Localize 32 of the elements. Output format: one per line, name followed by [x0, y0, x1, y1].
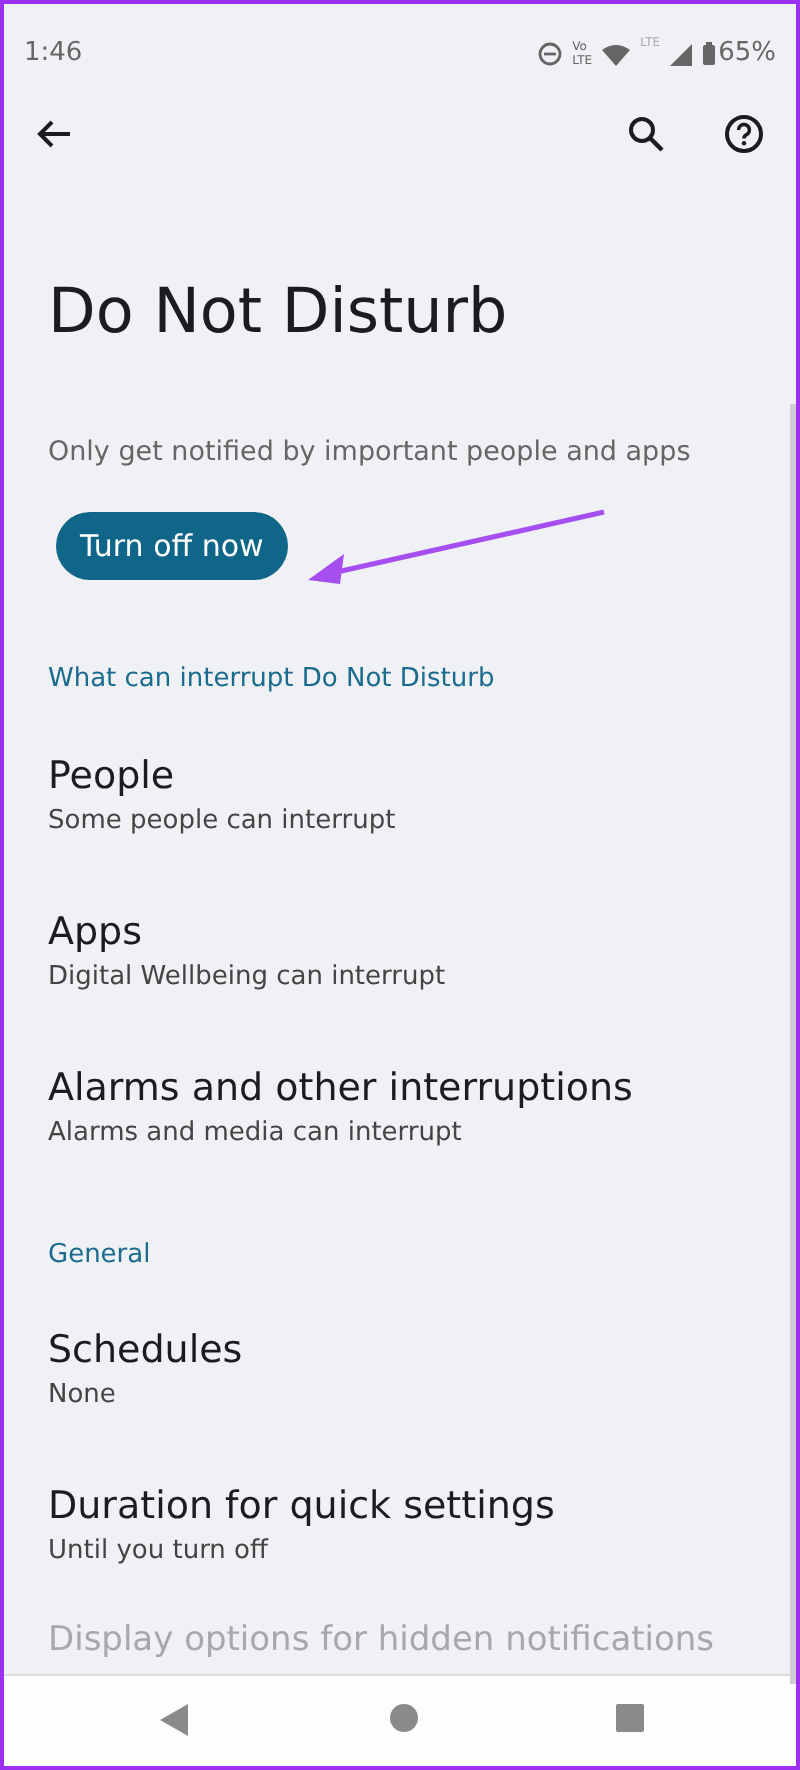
page-description: Only get notified by important people and apps — [46, 434, 693, 472]
turn-off-button[interactable]: Turn off now — [56, 512, 288, 581]
settings-item[interactable]: Alarms and other interruptions Alarms and media can interrupt — [4, 1035, 796, 1192]
item-title: Schedules — [48, 1326, 243, 1376]
settings-item[interactable]: Apps Digital Wellbeing can interrupt — [4, 879, 796, 1036]
settings-item[interactable]: Schedules None — [4, 1298, 796, 1455]
item-subtitle: Until you turn off — [48, 1534, 268, 1570]
item-subtitle: Alarms and media can interrupt — [48, 1115, 462, 1151]
status-time: 1:46 — [24, 36, 83, 73]
hidden-item-title: Display options for hidden notifications — [46, 1618, 717, 1663]
item-subtitle: None — [48, 1378, 116, 1414]
settings-item[interactable]: Duration for quick settings Until you turn off — [4, 1454, 796, 1611]
item-subtitle: Digital Wellbeing can interrupt — [48, 959, 446, 995]
help-icon[interactable] — [724, 114, 764, 154]
back-icon[interactable] — [36, 118, 72, 150]
section-header: What can interrupt Do Not Disturb — [46, 662, 497, 699]
do-not-disturb-icon — [538, 42, 563, 66]
battery-level: 65% — [718, 36, 776, 73]
section-header: General — [46, 1237, 153, 1274]
settings-item[interactable]: People Some people can interrupt — [4, 723, 796, 880]
item-title: People — [48, 751, 175, 801]
home-nav-icon[interactable] — [390, 1704, 418, 1732]
item-title: Duration for quick settings — [48, 1482, 555, 1532]
back-nav-icon[interactable] — [160, 1704, 188, 1736]
search-icon[interactable] — [628, 116, 664, 152]
item-title: Alarms and other interruptions — [48, 1063, 633, 1113]
item-title: Apps — [48, 907, 143, 957]
page-title: Do Not Disturb — [46, 274, 510, 352]
wifi-icon — [602, 43, 631, 65]
battery-icon — [702, 42, 717, 66]
item-subtitle: Some people can interrupt — [48, 803, 396, 839]
signal-icon — [670, 43, 693, 65]
